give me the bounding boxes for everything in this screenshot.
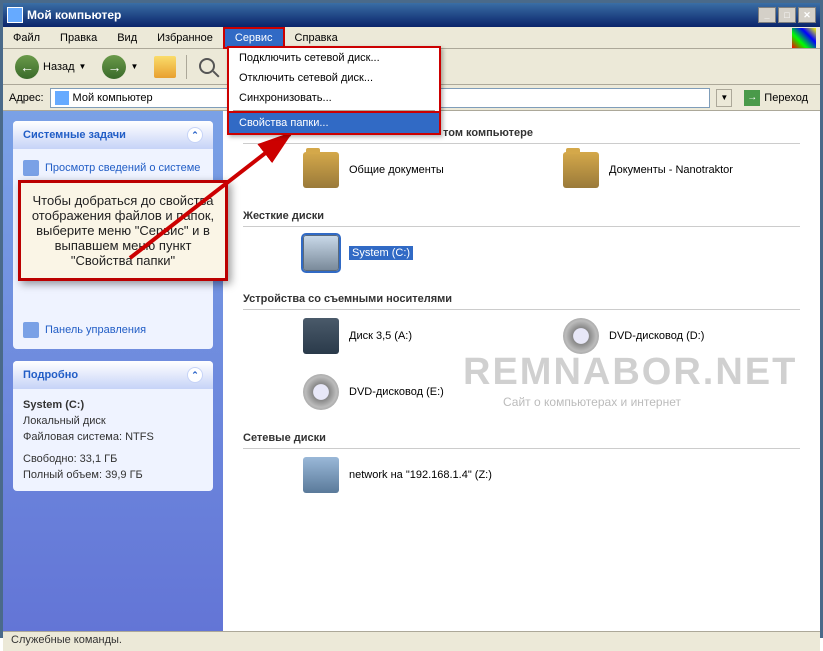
item-label: network на "192.168.1.4" (Z:)	[349, 469, 492, 481]
floppy-drive-a[interactable]: Диск 3,5 (A:)	[303, 318, 523, 354]
control-panel-link[interactable]: Панель управления	[23, 319, 203, 341]
shared-documents-folder[interactable]: Общие документы	[303, 152, 523, 188]
window-title: Мой компьютер	[27, 8, 121, 22]
back-arrow-icon: ←	[15, 55, 39, 79]
link-label: Панель управления	[45, 324, 146, 336]
detail-free-space: Свободно: 33,1 ГБ	[23, 451, 203, 467]
collapse-icon: ⌃	[187, 127, 203, 143]
back-button[interactable]: ← Назад ▼	[9, 53, 92, 81]
forward-arrow-icon: →	[102, 55, 126, 79]
details-panel: Подробно ⌃ System (C:) Локальный диск Фа…	[13, 361, 213, 491]
search-icon	[197, 56, 219, 78]
minimize-button[interactable]: _	[758, 7, 776, 23]
item-label: DVD-дисковод (D:)	[609, 330, 704, 342]
dvd-drive-d[interactable]: DVD-дисковод (D:)	[563, 318, 783, 354]
windows-flag-icon	[792, 28, 816, 48]
menu-help[interactable]: Справка	[285, 29, 348, 47]
address-value: Мой компьютер	[73, 92, 153, 104]
link-label: Просмотр сведений о системе	[45, 162, 200, 174]
chevron-down-icon: ▼	[79, 62, 87, 71]
network-drive-icon	[303, 457, 339, 493]
folder-icon	[563, 152, 599, 188]
forward-button[interactable]: → ▼	[96, 53, 144, 81]
dvd-icon	[303, 374, 339, 410]
view-system-info-link[interactable]: Просмотр сведений о системе	[23, 157, 203, 179]
info-icon	[23, 160, 39, 176]
system-tasks-header[interactable]: Системные задачи ⌃	[13, 121, 213, 149]
hard-drive-icon	[303, 235, 339, 271]
details-header[interactable]: Подробно ⌃	[13, 361, 213, 389]
item-label: Общие документы	[349, 164, 444, 176]
floppy-icon	[303, 318, 339, 354]
item-label: System (C:)	[349, 246, 413, 260]
up-button[interactable]	[148, 54, 182, 80]
go-arrow-icon: →	[744, 90, 760, 106]
user-documents-folder[interactable]: Документы - Nanotraktor	[563, 152, 783, 188]
menu-view[interactable]: Вид	[107, 29, 147, 47]
callout-text: Чтобы добраться до свойства отображения …	[32, 193, 214, 268]
section-removable: Устройства со съемными носителями	[243, 287, 800, 310]
control-panel-icon	[23, 322, 39, 338]
item-label: Диск 3,5 (A:)	[349, 330, 412, 342]
chevron-down-icon: ▼	[130, 62, 138, 71]
menu-edit[interactable]: Правка	[50, 29, 107, 47]
tools-dropdown-menu: Подключить сетевой диск... Отключить сет…	[227, 46, 441, 135]
item-label: DVD-дисковод (E:)	[349, 386, 444, 398]
status-bar: Служебные команды.	[3, 631, 820, 651]
section-network-drives: Сетевые диски	[243, 426, 800, 449]
detail-total-size: Полный объем: 39,9 ГБ	[23, 467, 203, 483]
detail-filesystem: Файловая система: NTFS	[23, 429, 203, 445]
close-button[interactable]: ✕	[798, 7, 816, 23]
menu-favorites[interactable]: Избранное	[147, 29, 223, 47]
item-label: Документы - Nanotraktor	[609, 164, 733, 176]
main-panel: REMNABOR.NET Сайт о компьютерах и интерн…	[223, 111, 820, 631]
maximize-button[interactable]: □	[778, 7, 796, 23]
go-label: Переход	[764, 92, 808, 104]
search-button[interactable]	[191, 54, 225, 80]
collapse-icon: ⌃	[187, 367, 203, 383]
address-dropdown-button[interactable]: ▼	[716, 89, 732, 107]
system-tasks-title: Системные задачи	[23, 129, 126, 141]
folder-up-icon	[154, 56, 176, 78]
annotation-callout: Чтобы добраться до свойства отображения …	[18, 180, 228, 281]
network-drive-z[interactable]: network на "192.168.1.4" (Z:)	[303, 457, 523, 493]
menu-file[interactable]: Файл	[3, 29, 50, 47]
detail-type: Локальный диск	[23, 413, 203, 429]
dvd-icon	[563, 318, 599, 354]
drive-c[interactable]: System (C:)	[303, 235, 523, 271]
dropdown-synchronize[interactable]: Синхронизовать...	[229, 88, 439, 108]
address-label: Адрес:	[9, 92, 44, 104]
status-text: Служебные команды.	[11, 634, 122, 646]
section-hard-drives: Жесткие диски	[243, 204, 800, 227]
detail-name: System (C:)	[23, 397, 203, 413]
go-button[interactable]: → Переход	[738, 88, 814, 108]
back-label: Назад	[43, 61, 75, 73]
dropdown-map-drive[interactable]: Подключить сетевой диск...	[229, 48, 439, 68]
computer-icon	[55, 91, 69, 105]
details-title: Подробно	[23, 369, 78, 381]
dropdown-folder-options[interactable]: Свойства папки...	[227, 111, 441, 135]
folder-icon	[303, 152, 339, 188]
window-titlebar: Мой компьютер _ □ ✕	[3, 3, 820, 27]
dropdown-disconnect-drive[interactable]: Отключить сетевой диск...	[229, 68, 439, 88]
dvd-drive-e[interactable]: DVD-дисковод (E:)	[303, 374, 523, 410]
computer-icon	[7, 7, 23, 23]
